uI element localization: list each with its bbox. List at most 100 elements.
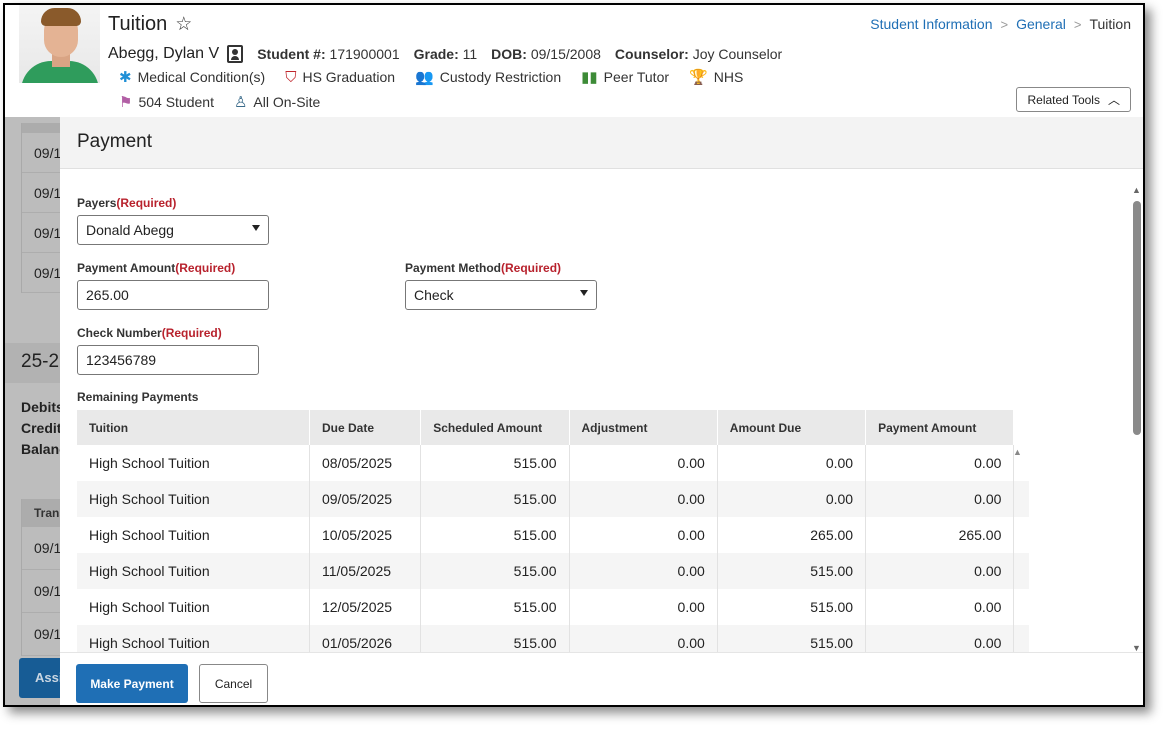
student-flags-row-1: ✱ Medical Condition(s) ⛉ HS Graduation 👥… <box>119 68 743 87</box>
flag-medical-condition[interactable]: ✱ Medical Condition(s) <box>119 68 265 86</box>
breadcrumb-tuition: Tuition <box>1089 16 1131 32</box>
payers-label: Payers(Required) <box>77 196 177 210</box>
column-header-payment-amount[interactable]: Payment Amount <box>865 410 1015 445</box>
people-icon: 👥 <box>415 69 434 86</box>
table-row[interactable]: High School Tuition 12/05/2025 515.00 0.… <box>77 589 1029 625</box>
dob-value: 09/15/2008 <box>530 46 601 62</box>
related-tools-button[interactable]: Related Tools ︿ <box>1016 87 1131 112</box>
counselor-value: Joy Counselor <box>692 46 783 62</box>
cell-scheduled-amount: 515.00 <box>420 589 570 625</box>
person-pin-icon: ♙ <box>233 94 248 111</box>
table-scroll-up-icon[interactable]: ▲ <box>1013 447 1022 457</box>
check-number-label: Check Number(Required) <box>77 326 222 340</box>
table-row[interactable]: High School Tuition 10/05/2025 515.00 0.… <box>77 517 1029 553</box>
student-name: Abegg, Dylan V <box>108 45 244 63</box>
cell-payment-amount: 0.00 <box>865 589 1015 625</box>
breadcrumb: Student Information > General > Tuition <box>870 16 1131 32</box>
column-header-due-date[interactable]: Due Date <box>309 410 422 445</box>
student-number: 171900001 <box>329 46 400 62</box>
make-payment-button[interactable]: Make Payment <box>76 664 188 703</box>
student-photo <box>19 5 100 83</box>
flag-label: NHS <box>713 69 744 85</box>
background-section-title: 25-2 <box>5 343 65 383</box>
cell-scheduled-amount: 515.00 <box>420 517 570 553</box>
chevron-right-icon: > <box>1073 16 1082 32</box>
student-flags-row-2: ⚑ 504 Student ♙ All On-Site <box>119 93 320 111</box>
cell-due-date: 11/05/2025 <box>309 553 422 589</box>
flag-label: 504 Student <box>138 94 214 110</box>
flag-all-on-site[interactable]: ♙ All On-Site <box>234 93 320 111</box>
flag-peer-tutor[interactable]: ▮▮ Peer Tutor <box>581 68 669 86</box>
required-indicator: (Required) <box>175 261 236 275</box>
breadcrumb-general[interactable]: General <box>1016 16 1066 32</box>
column-header-tuition[interactable]: Tuition <box>77 410 310 445</box>
flag-custody-restriction[interactable]: 👥 Custody Restriction <box>415 68 561 86</box>
payment-amount-label: Payment Amount(Required) <box>77 261 236 275</box>
dialog-title: Payment <box>60 117 1143 169</box>
table-header-row: Tuition Due Date Scheduled Amount Adjust… <box>77 410 1029 445</box>
required-indicator: (Required) <box>501 261 562 275</box>
caret-down-icon <box>580 290 588 296</box>
flag-icon: ⚑ <box>119 94 133 111</box>
cell-adjustment: 0.00 <box>569 517 718 553</box>
cell-payment-amount: 0.00 <box>865 481 1015 517</box>
check-number-input[interactable]: 123456789 <box>77 345 259 375</box>
flag-504-student[interactable]: ⚑ 504 Student <box>119 93 214 111</box>
breadcrumb-student-information[interactable]: Student Information <box>870 16 992 32</box>
caret-down-icon <box>252 225 260 231</box>
grade-value: 11 <box>462 46 478 62</box>
cell-adjustment: 0.00 <box>569 553 718 589</box>
remaining-payments-table: Tuition Due Date Scheduled Amount Adjust… <box>77 410 1029 652</box>
flag-label: Custody Restriction <box>439 69 562 85</box>
payment-dialog: Payment Payers(Required) Donald Abegg Pa… <box>60 117 1143 705</box>
payers-value: Donald Abegg <box>86 222 174 238</box>
scrollbar-thumb[interactable] <box>1133 201 1141 435</box>
student-summary: Abegg, Dylan V Student #: 171900001 Grad… <box>108 45 782 63</box>
column-header-scheduled-amount[interactable]: Scheduled Amount <box>420 410 570 445</box>
star-icon[interactable]: ☆ <box>175 13 192 36</box>
flag-nhs[interactable]: 🏆 NHS <box>689 68 743 86</box>
cell-due-date: 01/05/2026 <box>309 625 422 652</box>
cell-amount-due: 265.00 <box>717 517 867 553</box>
cell-payment-amount: 0.00 <box>865 625 1015 652</box>
cell-scheduled-amount: 515.00 <box>420 445 570 481</box>
payment-method-select[interactable]: Check <box>405 280 597 310</box>
remaining-payments-label: Remaining Payments <box>77 390 199 404</box>
cell-amount-due: 515.00 <box>717 625 867 652</box>
cell-amount-due: 0.00 <box>717 445 867 481</box>
cell-tuition: High School Tuition <box>77 589 310 625</box>
chevron-up-icon: ︿ <box>1107 93 1120 107</box>
student-name-text: Abegg, Dylan V <box>108 45 220 62</box>
dialog-scrollbar[interactable]: ▲ ▼ <box>1130 185 1143 655</box>
column-header-adjustment[interactable]: Adjustment <box>569 410 718 445</box>
dialog-body: Payers(Required) Donald Abegg Payment Am… <box>60 170 1130 652</box>
scroll-up-icon[interactable]: ▲ <box>1132 185 1141 195</box>
flag-label: Peer Tutor <box>603 69 670 85</box>
cell-adjustment: 0.00 <box>569 481 718 517</box>
student-number-label: Student #: <box>257 46 326 62</box>
chevron-right-icon: > <box>1000 16 1009 32</box>
cell-tuition: High School Tuition <box>77 553 310 589</box>
table-row[interactable]: High School Tuition 09/05/2025 515.00 0.… <box>77 481 1029 517</box>
cell-scheduled-amount: 515.00 <box>420 553 570 589</box>
payers-select[interactable]: Donald Abegg <box>77 215 269 245</box>
payment-amount-input[interactable]: 265.00 <box>77 280 269 310</box>
cell-due-date: 09/05/2025 <box>309 481 422 517</box>
table-row[interactable]: High School Tuition 08/05/2025 515.00 0.… <box>77 445 1029 481</box>
table-row[interactable]: High School Tuition 01/05/2026 515.00 0.… <box>77 625 1029 652</box>
contact-card-icon[interactable] <box>227 45 244 63</box>
cell-payment-amount: 0.00 <box>865 553 1015 589</box>
cancel-button[interactable]: Cancel <box>199 664 268 703</box>
column-header-amount-due[interactable]: Amount Due <box>717 410 867 445</box>
student-header: Tuition ☆ Student Information > General … <box>5 5 1143 117</box>
table-row[interactable]: High School Tuition 11/05/2025 515.00 0.… <box>77 553 1029 589</box>
cell-amount-due: 0.00 <box>717 481 867 517</box>
cell-scheduled-amount: 515.00 <box>420 625 570 652</box>
required-indicator: (Required) <box>116 196 177 210</box>
dialog-footer: Make Payment Cancel <box>60 652 1143 705</box>
app-window: Tuition ☆ Student Information > General … <box>3 3 1145 707</box>
counselor-label: Counselor: <box>614 46 689 62</box>
payment-method-label: Payment Method(Required) <box>405 261 562 275</box>
flag-hs-graduation[interactable]: ⛉ HS Graduation <box>285 68 395 86</box>
cell-due-date: 10/05/2025 <box>309 517 422 553</box>
